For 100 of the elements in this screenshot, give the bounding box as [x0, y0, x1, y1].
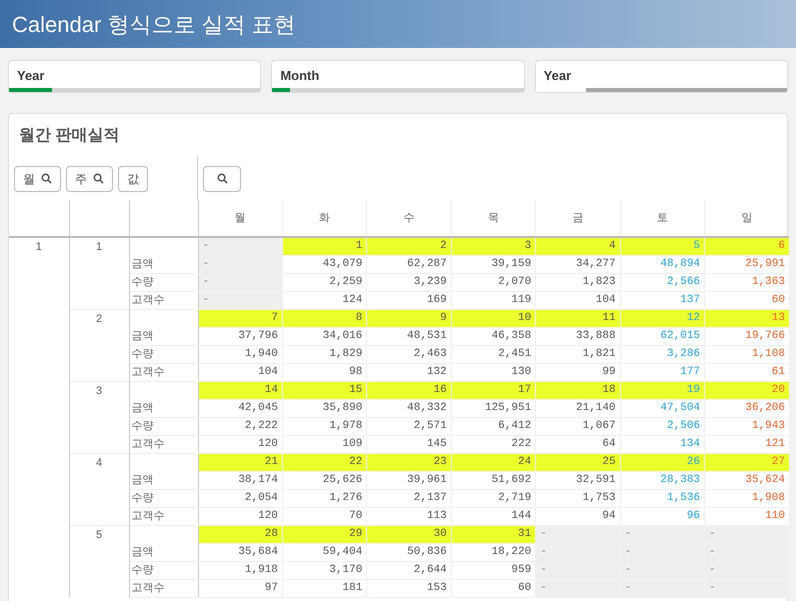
value-cell: 181: [282, 579, 367, 597]
value-cell: 2,506: [620, 417, 705, 435]
value-cell: 109: [282, 435, 367, 453]
measure-label: 수량: [132, 348, 154, 360]
page-title: Calendar 형식으로 실적 표현: [12, 10, 296, 38]
day-number: 5: [693, 240, 700, 252]
value-cell: 2,719: [451, 489, 536, 507]
dimension-button[interactable]: 값: [118, 166, 148, 192]
value-cell: 25,991: [704, 255, 789, 273]
value-cell: 97: [198, 579, 282, 597]
search-button[interactable]: [203, 166, 241, 192]
value-cell: 32,591: [536, 471, 620, 489]
measure-label: 금액: [132, 546, 154, 558]
value-cell: -: [620, 543, 705, 561]
week-number: 5: [96, 528, 102, 540]
value-cell: 39,961: [366, 471, 452, 489]
day-number: 3: [524, 240, 532, 252]
value-cell: 2,222: [198, 417, 282, 435]
value-cell: 2,137: [366, 489, 452, 507]
filter-pane[interactable]: Year: [8, 60, 262, 93]
value-cell: 35,624: [704, 471, 789, 489]
value-cell: 38,174: [198, 471, 282, 489]
weekday-header: 목: [488, 212, 499, 224]
day-number: 21: [264, 456, 278, 468]
measure-label: 수량: [132, 420, 154, 432]
value-cell: 48,332: [366, 399, 452, 417]
day-number: 12: [686, 312, 700, 324]
value-cell: -: [704, 579, 789, 597]
value-cell: -: [198, 291, 282, 309]
value-cell: 62,015: [620, 327, 705, 345]
value-cell: 98: [282, 363, 367, 381]
filter-pane[interactable]: Year: [534, 60, 788, 93]
day-number: 30: [434, 528, 447, 540]
day-number: 13: [772, 312, 785, 324]
weekday-header: 토: [656, 212, 668, 224]
value-cell: 6,412: [451, 417, 536, 435]
measure-label: 고객수: [132, 294, 164, 306]
day-number: 27: [772, 456, 785, 468]
day-number: 19: [686, 384, 700, 396]
value-cell: 1,943: [704, 417, 789, 435]
value-cell: 47,504: [620, 399, 705, 417]
value-cell: 1,978: [282, 417, 367, 435]
value-cell: 1,067: [536, 417, 620, 435]
value-cell: 130: [451, 363, 536, 381]
day-number: 18: [602, 384, 616, 396]
measure-label: 고객수: [132, 366, 164, 378]
value-cell: 48,894: [620, 255, 705, 273]
value-cell: -: [198, 273, 282, 291]
dimension-button[interactable]: 월: [14, 166, 61, 192]
day-number: 1: [356, 240, 362, 252]
value-cell: 137: [620, 291, 705, 309]
empty-cell: -: [198, 237, 282, 255]
value-cell: -: [704, 543, 789, 561]
value-cell: 60: [704, 291, 789, 309]
value-cell: 1,940: [198, 345, 282, 363]
empty-cell: -: [536, 525, 620, 543]
dimension-button[interactable]: 주: [66, 166, 113, 192]
value-cell: 2,259: [282, 273, 367, 291]
value-cell: 28,383: [620, 471, 705, 489]
day-number: 8: [356, 312, 362, 324]
value-cell: 25,626: [282, 471, 367, 489]
search-icon: [216, 173, 228, 184]
value-cell: 2,451: [451, 345, 536, 363]
filter-pane[interactable]: Month: [271, 60, 525, 93]
value-cell: 134: [620, 435, 705, 453]
value-cell: 50,836: [366, 543, 452, 561]
filter-label: Year: [16, 67, 46, 85]
day-number: 23: [434, 456, 447, 468]
day-number: 28: [264, 528, 278, 540]
value-cell: -: [536, 579, 620, 597]
measure-label: 수량: [132, 276, 154, 288]
value-cell: 3,239: [366, 273, 452, 291]
value-cell: 36,206: [704, 399, 789, 417]
value-cell: 94: [536, 507, 620, 525]
value-cell: 42,045: [198, 399, 282, 417]
empty-cell: -: [620, 525, 705, 543]
value-cell: 1,276: [282, 489, 367, 507]
day-number: 31: [518, 528, 532, 540]
value-cell: 2,571: [366, 417, 452, 435]
weekday-header: 금: [572, 212, 584, 224]
value-cell: 61: [704, 363, 789, 381]
measure-label: 금액: [132, 330, 154, 342]
value-cell: 1,108: [704, 345, 789, 363]
value-cell: 2,566: [620, 273, 705, 291]
value-cell: 34,277: [536, 255, 620, 273]
weekday-header: 일: [742, 212, 753, 224]
value-cell: 121: [704, 435, 789, 453]
empty-cell: -: [704, 525, 789, 543]
value-cell: 1,908: [704, 489, 789, 507]
value-cell: 51,692: [451, 471, 536, 489]
value-cell: 43,079: [282, 255, 367, 273]
value-cell: 3,170: [282, 561, 367, 579]
value-cell: 64: [536, 435, 620, 453]
value-cell: -: [620, 561, 705, 579]
day-number: 16: [434, 384, 447, 396]
week-number: 3: [96, 384, 102, 396]
measure-label: 고객수: [132, 438, 164, 450]
value-cell: 33,888: [536, 327, 620, 345]
value-cell: 169: [366, 291, 452, 309]
measure-label: 수량: [132, 492, 154, 504]
